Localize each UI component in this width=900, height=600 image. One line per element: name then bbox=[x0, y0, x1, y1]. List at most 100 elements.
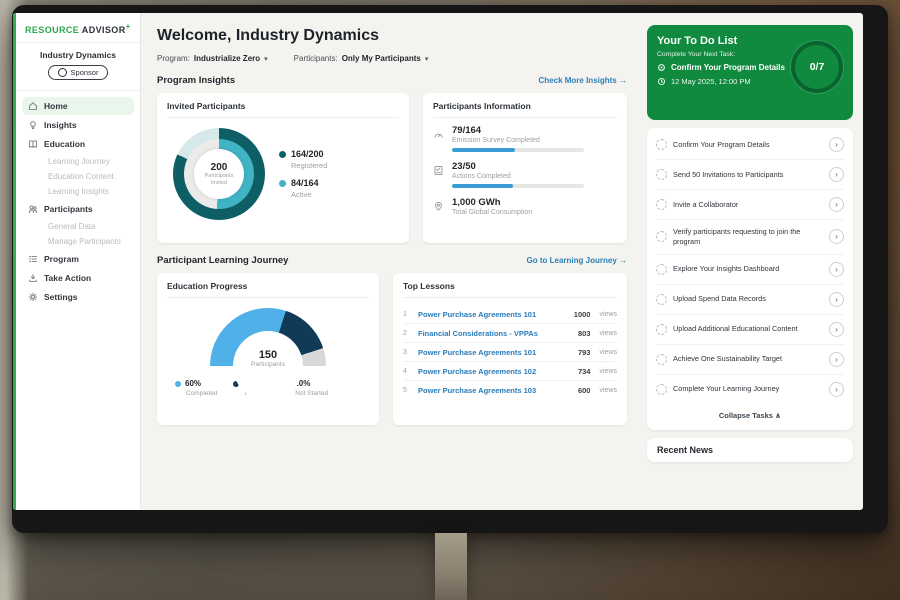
lesson-row: 1 Power Purchase Agreements 101 1000view… bbox=[403, 305, 617, 324]
top-lessons-card: Top Lessons 1 Power Purchase Agreements … bbox=[393, 273, 627, 425]
lesson-link[interactable]: Financial Considerations - VPPAs bbox=[418, 329, 571, 338]
clock-icon bbox=[657, 77, 666, 86]
legend-completed: 60% Completed bbox=[175, 379, 217, 397]
participants-dropdown[interactable]: Participants: Only My Participants ▾ bbox=[294, 54, 429, 63]
org-block: Industry Dynamics Sponsor bbox=[16, 43, 140, 91]
chevron-right-icon[interactable]: › bbox=[829, 262, 844, 277]
completed-label: Completed bbox=[186, 390, 217, 397]
task-label: Complete Your Learning Journey bbox=[673, 384, 823, 394]
todo-title: Your To Do List bbox=[657, 35, 797, 47]
lesson-link[interactable]: Power Purchase Agreements 103 bbox=[418, 386, 571, 395]
sidebar-item-label: Program bbox=[44, 254, 79, 264]
completed-pct: 60% bbox=[185, 379, 201, 388]
lesson-link[interactable]: Power Purchase Agreements 101 bbox=[418, 348, 571, 357]
task-row[interactable]: Confirm Your Program Details › bbox=[656, 130, 844, 160]
go-to-learning-journey-link[interactable]: Go to Learning Journey → bbox=[527, 256, 627, 265]
task-status-icon bbox=[656, 294, 667, 305]
task-label: Confirm Your Program Details bbox=[673, 140, 823, 150]
views-label: views bbox=[599, 368, 617, 375]
collapse-tasks-button[interactable]: Collapse Tasks ∧ bbox=[656, 404, 844, 428]
sidebar-item-education[interactable]: Education bbox=[22, 135, 134, 153]
lesson-rank: 4 bbox=[403, 368, 411, 375]
gear-icon bbox=[28, 292, 38, 302]
program-insights-header: Program Insights Check More Insights → bbox=[157, 75, 627, 86]
sidebar-item-learning-insights[interactable]: Learning Insights bbox=[22, 184, 134, 199]
consumption-value: 1,000 GWh bbox=[452, 197, 532, 208]
task-row[interactable]: Complete Your Learning Journey › bbox=[656, 375, 844, 404]
app-logo: RESOURCE ADVISOR+ bbox=[16, 13, 140, 43]
lesson-rank: 2 bbox=[403, 330, 411, 337]
program-label: Program: bbox=[157, 54, 190, 63]
task-status-icon bbox=[656, 231, 667, 242]
sidebar-item-label: Home bbox=[44, 101, 68, 111]
logo-advisor: ADVISOR bbox=[82, 25, 126, 35]
sponsor-icon bbox=[58, 68, 67, 77]
invited-participants-card: Invited Participants 200 Participants In… bbox=[157, 93, 409, 243]
registered-label: Registered bbox=[291, 161, 327, 170]
page-title: Welcome, Industry Dynamics bbox=[157, 27, 627, 45]
sidebar-item-program[interactable]: Program bbox=[22, 250, 134, 268]
link-label: Go to Learning Journey bbox=[527, 256, 617, 265]
consumption-label: Total Global Consumption bbox=[452, 209, 532, 216]
section-title: Participant Learning Journey bbox=[157, 255, 288, 266]
sidebar-item-label: Insights bbox=[44, 120, 77, 130]
program-dropdown[interactable]: Program: Industrialize Zero ▾ bbox=[157, 54, 268, 63]
lesson-row: 2 Financial Considerations - VPPAs 803vi… bbox=[403, 324, 617, 343]
sidebar-item-insights[interactable]: Insights bbox=[22, 116, 134, 134]
book-icon bbox=[28, 139, 38, 149]
actions-progress-track bbox=[452, 184, 584, 188]
views-label: views bbox=[599, 387, 617, 394]
info-row-consumption: 1,000 GWh Total Global Consumption bbox=[433, 197, 617, 216]
lesson-link[interactable]: Power Purchase Agreements 101 bbox=[418, 310, 567, 319]
section-title: Program Insights bbox=[157, 75, 235, 86]
sidebar-item-manage-participants[interactable]: Manage Participants bbox=[22, 234, 134, 249]
task-row[interactable]: Upload Spend Data Records › bbox=[656, 285, 844, 315]
task-row[interactable]: Send 50 Invitations to Participants › bbox=[656, 160, 844, 190]
lesson-row: 5 Power Purchase Agreements 103 600views bbox=[403, 381, 617, 399]
sidebar-item-participants[interactable]: Participants bbox=[22, 200, 134, 218]
sidebar-item-general-data[interactable]: General Data bbox=[22, 219, 134, 234]
collapse-label: Collapse Tasks bbox=[719, 411, 773, 420]
chevron-right-icon[interactable]: › bbox=[829, 137, 844, 152]
chevron-right-icon[interactable]: › bbox=[829, 382, 844, 397]
chevron-right-icon[interactable]: › bbox=[829, 167, 844, 182]
sidebar-item-home[interactable]: Home bbox=[22, 97, 134, 115]
task-row[interactable]: Verify participants requesting to join t… bbox=[656, 220, 844, 255]
invited-donut-center: 200 Participants Invited bbox=[194, 149, 244, 199]
lesson-row: 3 Power Purchase Agreements 101 793views bbox=[403, 343, 617, 362]
pin-icon bbox=[433, 199, 444, 210]
org-name: Industry Dynamics bbox=[20, 50, 136, 60]
sidebar-item-label: Take Action bbox=[44, 273, 91, 283]
program-value: Industrialize Zero bbox=[194, 54, 260, 63]
lesson-link[interactable]: Power Purchase Agreements 102 bbox=[418, 367, 571, 376]
sidebar-item-education-content[interactable]: Education Content bbox=[22, 169, 134, 184]
sidebar-item-label: Settings bbox=[44, 292, 78, 302]
filters-row: Program: Industrialize Zero ▾ Participan… bbox=[157, 54, 627, 63]
chevron-right-icon[interactable]: › bbox=[829, 197, 844, 212]
task-status-icon bbox=[656, 139, 667, 150]
participants-label: Participants: bbox=[294, 54, 338, 63]
completed-dot bbox=[175, 381, 181, 387]
info-row-survey: 79/164 Emission Survey Completed bbox=[433, 125, 617, 152]
task-row[interactable]: Explore Your Insights Dashboard › bbox=[656, 255, 844, 285]
sidebar-item-settings[interactable]: Settings bbox=[22, 288, 134, 306]
task-label: Achieve One Sustainability Target bbox=[673, 354, 823, 364]
task-row[interactable]: Achieve One Sustainability Target › bbox=[656, 345, 844, 375]
task-row[interactable]: Invite a Collaborator › bbox=[656, 190, 844, 220]
invited-donut-inner: 200 Participants Invited bbox=[184, 139, 254, 209]
sponsor-badge[interactable]: Sponsor bbox=[48, 65, 109, 80]
chevron-right-icon[interactable]: › bbox=[829, 292, 844, 307]
chevron-right-icon[interactable]: › bbox=[829, 352, 844, 367]
sidebar: RESOURCE ADVISOR+ Industry Dynamics Spon… bbox=[13, 13, 141, 510]
sidebar-item-learning-journey[interactable]: Learning Journey bbox=[22, 154, 134, 169]
link-label: Check More Insights bbox=[539, 76, 617, 85]
sidebar-item-take-action[interactable]: Take Action bbox=[22, 269, 134, 287]
todo-next-task[interactable]: Confirm Your Program Details bbox=[657, 63, 802, 72]
chevron-right-icon[interactable]: › bbox=[829, 322, 844, 337]
chevron-right-icon[interactable]: › bbox=[829, 229, 844, 244]
task-row[interactable]: Upload Additional Educational Content › bbox=[656, 315, 844, 345]
check-more-insights-link[interactable]: Check More Insights → bbox=[539, 76, 627, 85]
insights-icon bbox=[28, 120, 38, 130]
lesson-views: 600 bbox=[578, 386, 591, 395]
todo-progress-value: 0/7 bbox=[810, 61, 825, 73]
